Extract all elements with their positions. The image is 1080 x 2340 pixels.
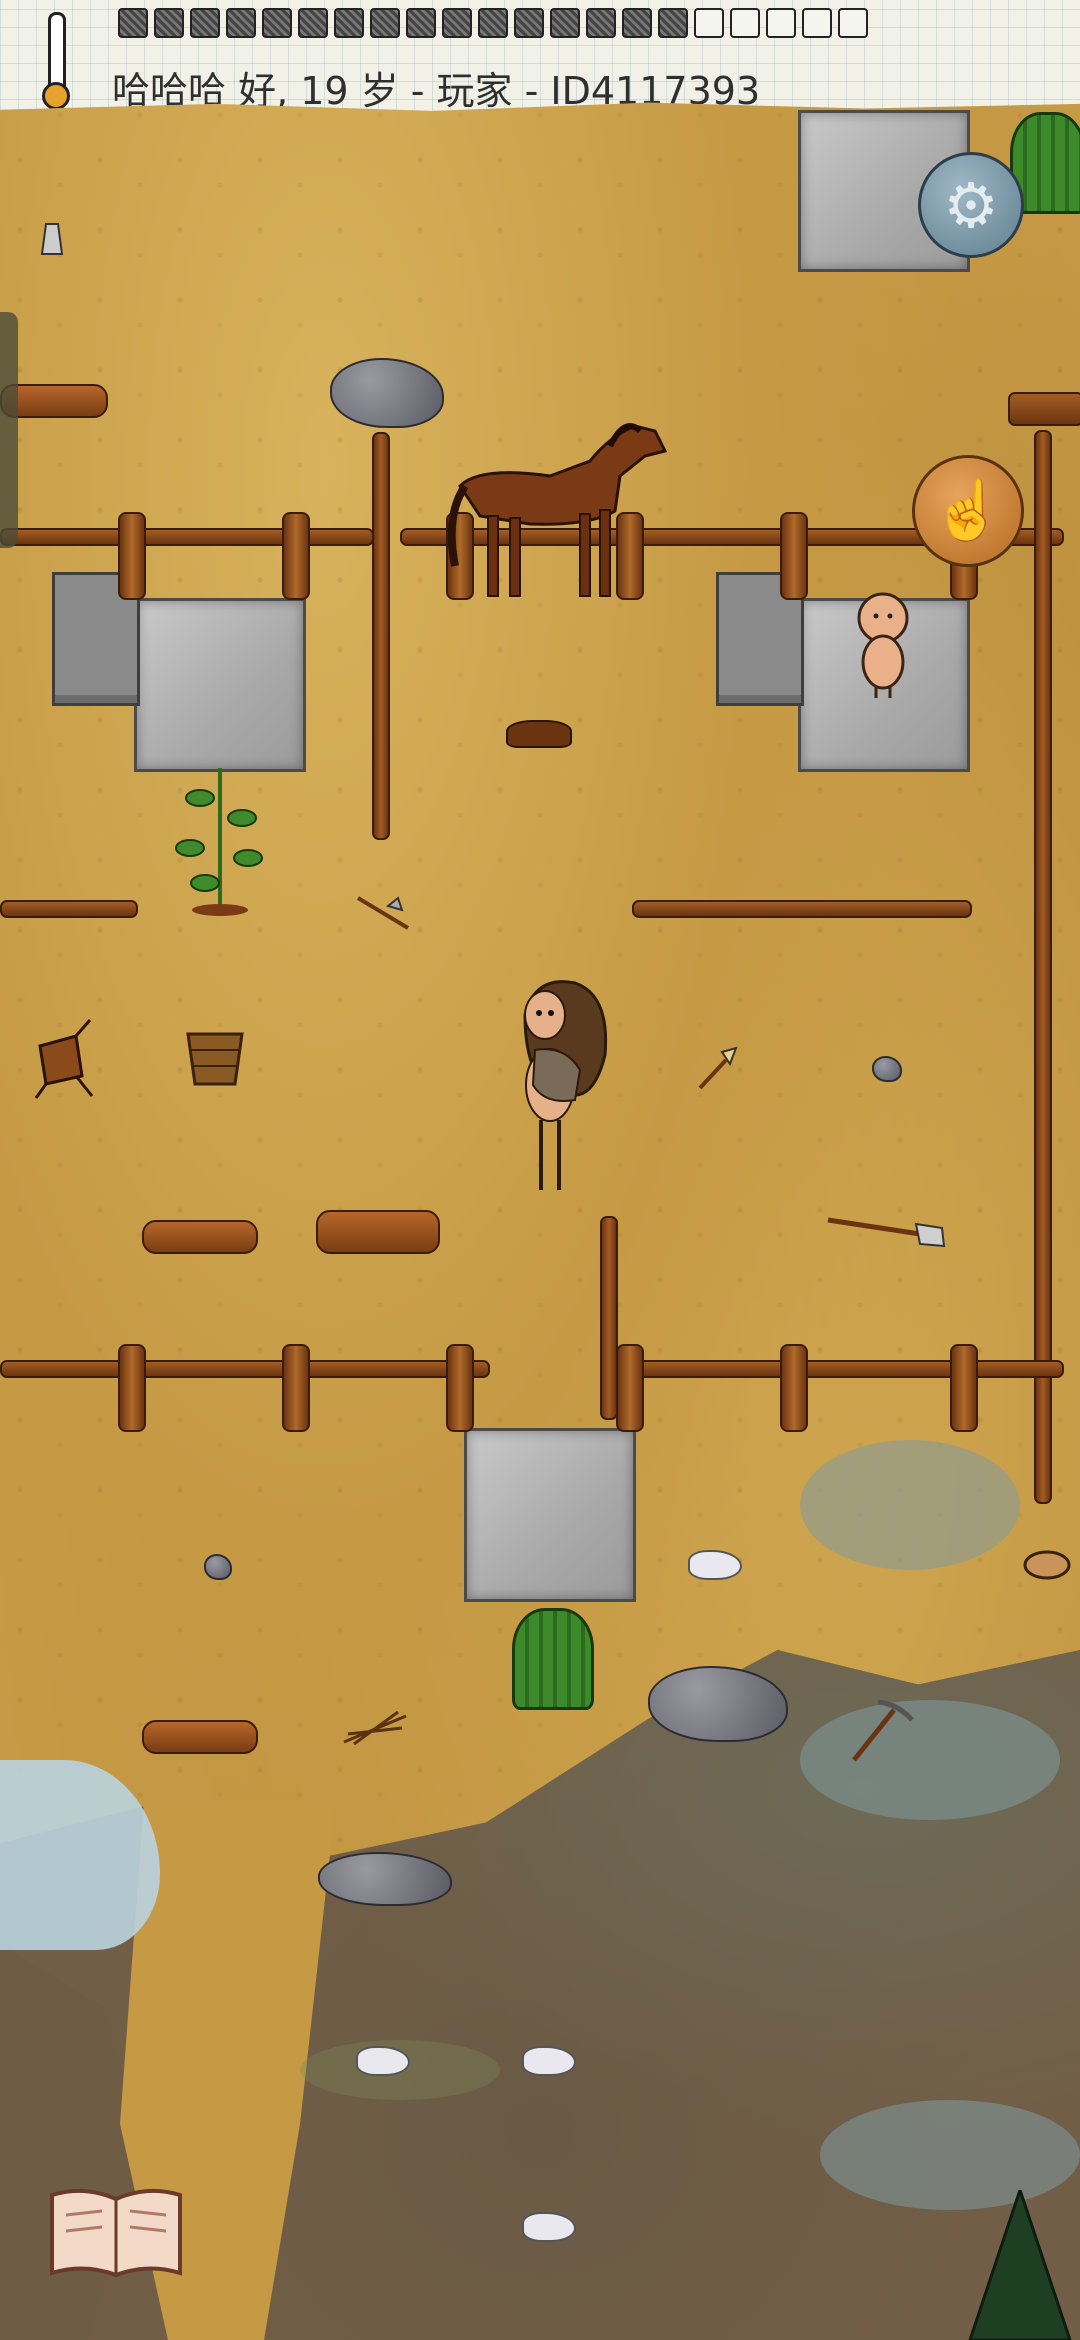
fence-post[interactable]: [118, 512, 146, 600]
round-stone[interactable]: [872, 1056, 902, 1082]
food-meter: [118, 8, 868, 38]
stone-floor-tile[interactable]: [464, 1428, 636, 1602]
fence-vertical[interactable]: [600, 1216, 618, 1420]
fence-rail[interactable]: [0, 528, 374, 546]
flint-chip[interactable]: [688, 1550, 742, 1580]
thermometer-bulb: [42, 82, 70, 110]
settings-button[interactable]: ⚙: [918, 152, 1024, 258]
dung-pile[interactable]: [506, 720, 572, 748]
food-pip-filled: [550, 8, 580, 38]
barrel-cactus[interactable]: [512, 1608, 594, 1710]
horse[interactable]: [440, 406, 680, 606]
firewood-pile[interactable]: [316, 1210, 440, 1254]
food-pip-filled: [262, 8, 292, 38]
stone-floor-tile[interactable]: [134, 598, 306, 772]
open-book-icon: [50, 2188, 182, 2278]
clay-bowl[interactable]: [1022, 1548, 1072, 1582]
swamp-patch: [800, 1440, 1020, 1570]
food-pip-empty: [730, 8, 760, 38]
flint-chip[interactable]: [356, 2046, 410, 2076]
food-pip-empty: [694, 8, 724, 38]
use-button[interactable]: ☝: [912, 455, 1024, 567]
pine-tree[interactable]: [960, 2190, 1080, 2340]
flint-chip[interactable]: [522, 2046, 576, 2076]
food-pip-filled: [658, 8, 688, 38]
swamp-patch: [800, 1700, 1060, 1820]
side-drawer-handle[interactable]: [0, 312, 18, 548]
food-pip-filled: [190, 8, 220, 38]
food-pip-filled: [622, 8, 652, 38]
food-pip-filled: [478, 8, 508, 38]
food-pip-filled: [154, 8, 184, 38]
fence-post[interactable]: [118, 1344, 146, 1432]
pointing-hand-icon: ☝: [931, 478, 1005, 543]
fence-rail[interactable]: [0, 1360, 490, 1378]
fence-post[interactable]: [282, 512, 310, 600]
fence-rail[interactable]: [632, 900, 972, 918]
tree-stump[interactable]: [26, 1016, 96, 1100]
fence-rail[interactable]: [620, 1360, 1064, 1378]
small-knife[interactable]: [696, 1044, 740, 1092]
fence-vertical[interactable]: [1034, 430, 1052, 1504]
fence-vertical[interactable]: [372, 432, 390, 840]
food-pip-empty: [766, 8, 796, 38]
bean-plant[interactable]: [160, 758, 280, 918]
butt-log[interactable]: [142, 1720, 258, 1754]
food-pip-filled: [442, 8, 472, 38]
gear-icon: ⚙: [943, 171, 999, 241]
fence-post[interactable]: [780, 1344, 808, 1432]
fence-log[interactable]: [1008, 392, 1080, 426]
flint-tip[interactable]: [40, 222, 64, 256]
butt-log[interactable]: [142, 1220, 258, 1254]
fence-post[interactable]: [950, 1344, 978, 1432]
food-pip-filled: [334, 8, 364, 38]
food-pip-filled: [586, 8, 616, 38]
pickaxe[interactable]: [848, 1696, 918, 1766]
baby-character[interactable]: [848, 590, 918, 700]
game-world[interactable]: [0, 0, 1080, 2340]
fence-rail[interactable]: [0, 900, 138, 918]
fence-post[interactable]: [446, 1344, 474, 1432]
hatchet[interactable]: [352, 890, 422, 940]
shovel[interactable]: [824, 1210, 948, 1254]
food-pip-empty: [838, 8, 868, 38]
food-pip-filled: [514, 8, 544, 38]
player-character[interactable]: [505, 975, 615, 1195]
food-pip-filled: [370, 8, 400, 38]
fence-post[interactable]: [780, 512, 808, 600]
food-pip-filled: [226, 8, 256, 38]
flint-chip[interactable]: [522, 2212, 576, 2242]
food-pip-empty: [802, 8, 832, 38]
recipe-book-button[interactable]: [44, 2185, 188, 2281]
round-stone[interactable]: [204, 1554, 232, 1580]
food-pip-filled: [406, 8, 436, 38]
status-bar: 哈哈哈 好, 19 岁 - 玩家 - ID4117393: [0, 0, 1080, 111]
food-pip-filled: [118, 8, 148, 38]
basket[interactable]: [180, 1020, 250, 1090]
fence-post[interactable]: [282, 1344, 310, 1432]
fence-post[interactable]: [616, 1344, 644, 1432]
kindling[interactable]: [340, 1706, 410, 1750]
food-pip-filled: [298, 8, 328, 38]
